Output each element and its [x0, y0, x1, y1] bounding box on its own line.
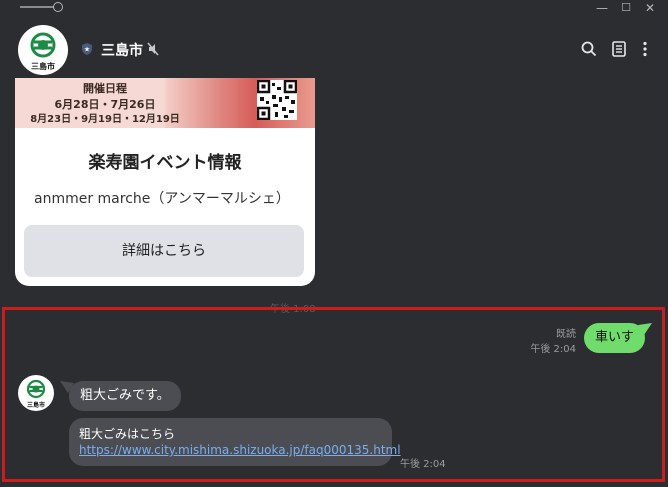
incoming-timestamp: 午後 2:04: [400, 459, 446, 470]
sender-avatar[interactable]: 三島市: [18, 375, 54, 411]
maximize-button[interactable]: ☐: [618, 0, 634, 16]
room-avatar[interactable]: 三島市: [18, 25, 68, 75]
minimize-button[interactable]: —: [594, 0, 610, 16]
event-card: 開催日程 6月28日・7月26日 8月23日・9月19日・12月19日 楽寿園イ…: [15, 78, 315, 286]
faq-link[interactable]: https://www.city.mishima.shizuoka.jp/faq…: [79, 442, 401, 459]
outgoing-timestamp: 午後 2:04: [530, 344, 576, 355]
svg-text:★: ★: [84, 46, 90, 54]
outgoing-message-bubble[interactable]: 車いす: [584, 323, 646, 353]
banner-heading: 開催日程: [83, 82, 127, 95]
mute-icon: [147, 42, 159, 56]
incoming-link-bubble[interactable]: 粗大ごみはこちら https://www.city.mishima.shizuo…: [69, 418, 401, 466]
notes-icon[interactable]: [610, 40, 628, 58]
link-intro-text: 粗大ごみはこちら: [79, 427, 176, 441]
search-icon[interactable]: [580, 40, 598, 58]
chat-header: 三島市 ★ 三島市: [0, 16, 668, 78]
close-button[interactable]: ✕: [642, 0, 658, 16]
event-banner-image[interactable]: 開催日程 6月28日・7月26日 8月23日・9月19日・12月19日: [15, 78, 315, 128]
card-subtitle: anmmer marche（アンマーマルシェ）: [34, 191, 290, 207]
avatar-caption: 三島市: [26, 402, 45, 409]
details-button[interactable]: 詳細はこちら: [24, 225, 304, 277]
more-icon[interactable]: [636, 40, 654, 58]
qr-code-icon: [257, 80, 297, 120]
shield-icon: ★: [82, 43, 92, 55]
card-title: 楽寿園イベント情報: [88, 153, 242, 173]
avatar-caption: 三島市: [31, 62, 55, 71]
read-receipt: 既読: [556, 329, 576, 340]
banner-dates-line2: 8月23日・9月19日・12月19日: [30, 114, 180, 125]
room-name[interactable]: 三島市: [101, 40, 143, 60]
opacity-slider-handle[interactable]: [53, 2, 63, 12]
title-bar: — ☐ ✕: [0, 0, 668, 16]
incoming-message-bubble[interactable]: 粗大ごみです。: [69, 381, 181, 411]
